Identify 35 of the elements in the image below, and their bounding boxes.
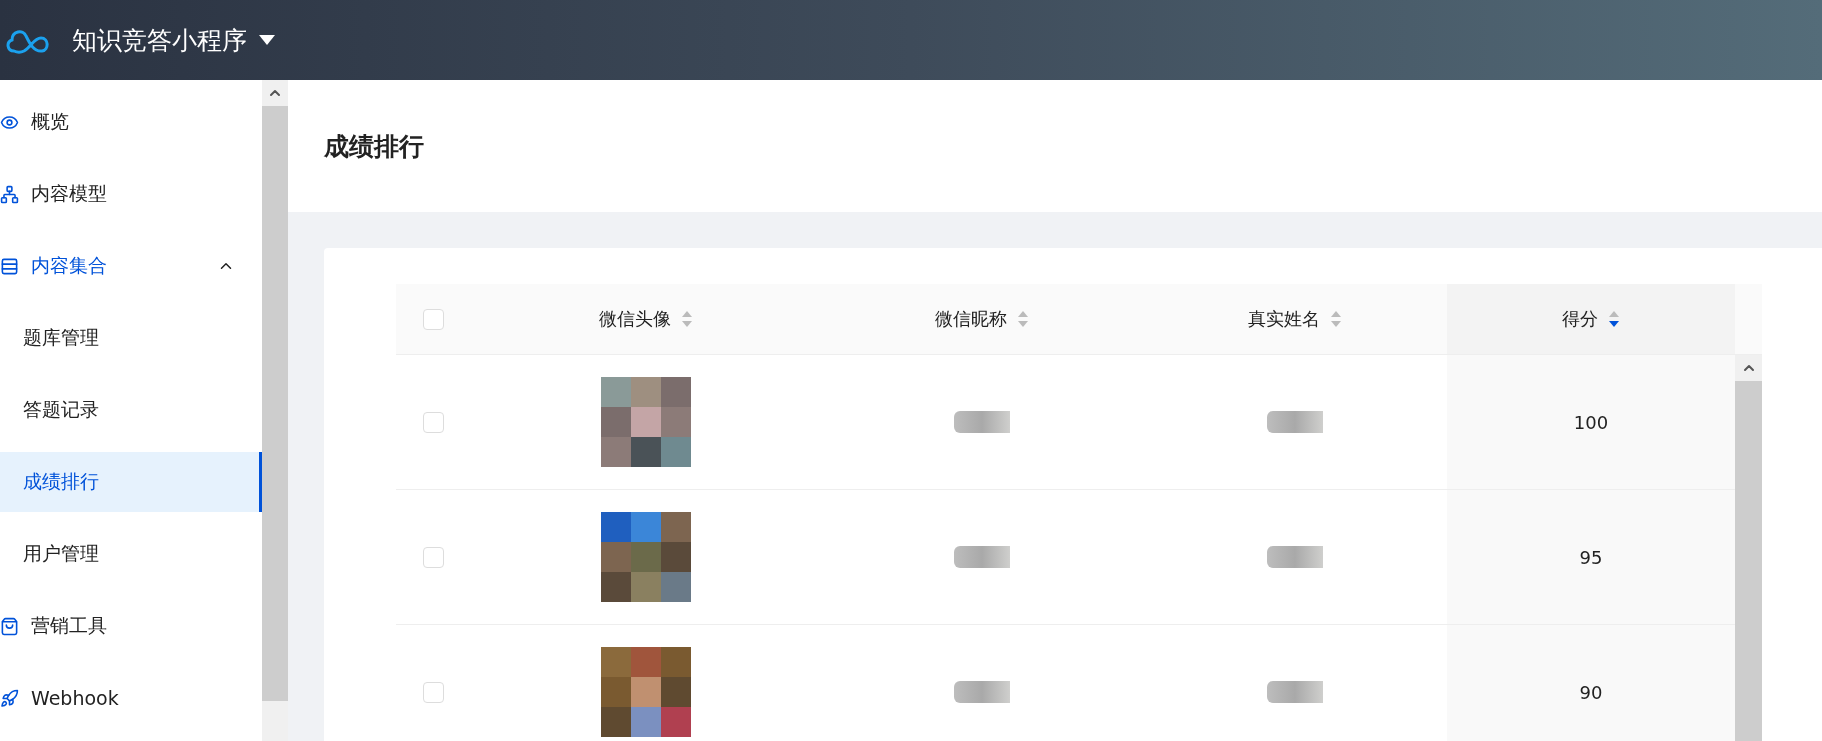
redaction-mark <box>954 411 1010 433</box>
score-text: 90 <box>1579 681 1603 703</box>
row-checkbox[interactable] <box>422 681 444 703</box>
row-checkbox[interactable] <box>422 411 444 433</box>
column-header[interactable]: 真实姓名 <box>1247 307 1320 331</box>
redaction-mark <box>954 546 1010 568</box>
sidebar-item[interactable]: 营销工具 <box>0 590 262 662</box>
redaction-mark <box>1266 411 1323 433</box>
score-text: 100 <box>1573 411 1609 433</box>
rocket-icon <box>0 688 19 708</box>
column-header[interactable]: 得分 <box>1562 307 1598 331</box>
sidebar-item[interactable]: Webhook <box>0 662 262 734</box>
sidebar-item[interactable]: 概览 <box>0 86 262 158</box>
column-header[interactable]: 微信昵称 <box>935 307 1007 331</box>
caret-icon <box>259 35 275 45</box>
sidebar-item[interactable]: 内容集合 <box>0 230 262 302</box>
sidebar-item[interactable]: 成绩排行 <box>0 452 262 512</box>
score-text: 95 <box>1579 546 1603 568</box>
app-switcher[interactable]: 知识竞答小程序 <box>72 23 275 57</box>
sort-icon[interactable] <box>1608 310 1620 328</box>
sidebar-item[interactable]: 答题记录 <box>0 374 262 446</box>
redaction-mark <box>1266 681 1323 703</box>
column-header[interactable]: 微信头像 <box>599 307 671 331</box>
sidebar-item[interactable]: 题库管理 <box>0 302 262 374</box>
sidebar-item[interactable]: 内容模型 <box>0 158 262 230</box>
bag-icon <box>0 616 19 636</box>
scrollbar[interactable] <box>262 80 288 741</box>
hierarchy-icon <box>0 184 19 204</box>
page-title: 成绩排行 <box>324 130 424 163</box>
list-icon <box>0 256 19 276</box>
select-all-checkbox[interactable] <box>422 308 444 330</box>
row-checkbox[interactable] <box>422 546 444 568</box>
redaction-mark <box>1266 546 1323 568</box>
redaction-mark <box>954 681 1010 703</box>
sidebar-item[interactable]: 用户管理 <box>0 518 262 590</box>
